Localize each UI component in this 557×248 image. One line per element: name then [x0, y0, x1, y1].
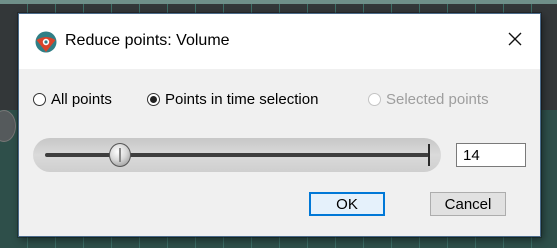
- radio-label: All points: [51, 91, 112, 108]
- close-icon: [508, 32, 522, 51]
- dialog-body: All points Points in time selection Sele…: [19, 69, 540, 236]
- background-ruler: [0, 0, 557, 4]
- reaper-logo-icon: [35, 31, 57, 53]
- slider-end-marker: [428, 144, 430, 166]
- radio-button-checked[interactable]: [147, 93, 160, 106]
- cancel-button[interactable]: Cancel: [430, 192, 506, 216]
- reduce-points-dialog: Reduce points: Volume All points Points …: [18, 13, 541, 237]
- slider-thumb[interactable]: [109, 143, 131, 167]
- points-value-field[interactable]: [456, 143, 526, 167]
- radio-button-disabled: [368, 93, 381, 106]
- ok-button[interactable]: OK: [309, 192, 385, 216]
- dialog-title: Reduce points: Volume: [65, 32, 230, 49]
- radio-all-points[interactable]: All points: [33, 91, 112, 108]
- slider-track[interactable]: [45, 153, 429, 157]
- radio-button-unchecked[interactable]: [33, 93, 46, 106]
- radio-label: Selected points: [386, 91, 489, 108]
- radio-points-in-time-selection[interactable]: Points in time selection: [147, 91, 318, 108]
- radio-selected-points: Selected points: [368, 91, 489, 108]
- close-button[interactable]: [498, 24, 532, 58]
- points-slider[interactable]: [33, 138, 441, 172]
- title-bar[interactable]: Reduce points: Volume: [19, 14, 540, 69]
- radio-label: Points in time selection: [165, 91, 319, 108]
